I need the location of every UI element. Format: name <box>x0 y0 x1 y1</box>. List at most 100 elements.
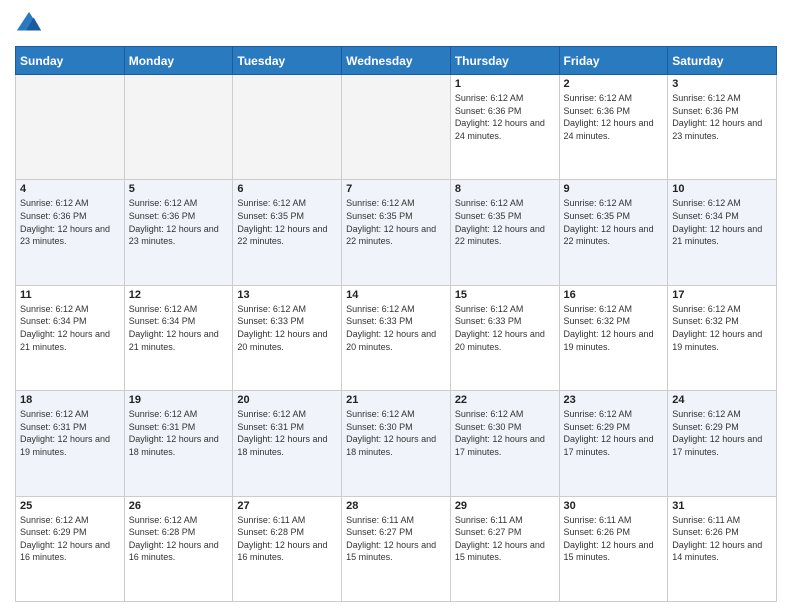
day-cell-27: 27Sunrise: 6:11 AMSunset: 6:28 PMDayligh… <box>233 496 342 601</box>
day-cell-29: 29Sunrise: 6:11 AMSunset: 6:27 PMDayligh… <box>450 496 559 601</box>
day-cell-24: 24 Sunrise: 6:12 AMSunset: 6:29 PMDayligh… <box>668 391 777 496</box>
day-info: Sunrise: 6:12 AMSunset: 6:32 PMDaylight:… <box>564 303 664 353</box>
day-info: Sunrise: 6:11 AMSunset: 6:27 PMDaylight:… <box>346 514 446 564</box>
day-cell-2: 2Sunrise: 6:12 AMSunset: 6:36 PMDaylight… <box>559 75 668 180</box>
day-number: 24 <box>672 394 772 406</box>
day-number: 4 <box>20 183 120 195</box>
day-cell-16: 16 Sunrise: 6:12 AMSunset: 6:32 PMDayligh… <box>559 285 668 390</box>
day-number: 10 <box>672 183 772 195</box>
day-info: Sunrise: 6:12 AMSunset: 6:34 PMDaylight:… <box>129 303 229 353</box>
day-cell-5: 5 Sunrise: 6:12 AMSunset: 6:36 PMDaylight… <box>124 180 233 285</box>
day-number: 14 <box>346 289 446 301</box>
day-info: Sunrise: 6:12 AMSunset: 6:36 PMDaylight:… <box>129 197 229 247</box>
logo <box>15 10 47 38</box>
weekday-header-tuesday: Tuesday <box>233 47 342 75</box>
empty-cell <box>233 75 342 180</box>
week-row-5: 25 Sunrise: 6:12 AMSunset: 6:29 PMDayligh… <box>16 496 777 601</box>
empty-cell <box>124 75 233 180</box>
day-number: 5 <box>129 183 229 195</box>
day-cell-4: 4 Sunrise: 6:12 AMSunset: 6:36 PMDaylight… <box>16 180 125 285</box>
day-cell-11: 11 Sunrise: 6:12 AMSunset: 6:34 PMDayligh… <box>16 285 125 390</box>
day-cell-13: 13 Sunrise: 6:12 AMSunset: 6:33 PMDayligh… <box>233 285 342 390</box>
day-number: 13 <box>237 289 337 301</box>
day-info: Sunrise: 6:12 AMSunset: 6:36 PMDaylight:… <box>20 197 120 247</box>
weekday-header-friday: Friday <box>559 47 668 75</box>
day-info: Sunrise: 6:12 AMSunset: 6:33 PMDaylight:… <box>346 303 446 353</box>
day-info: Sunrise: 6:12 AMSunset: 6:35 PMDaylight:… <box>346 197 446 247</box>
header <box>15 10 777 38</box>
weekday-header-wednesday: Wednesday <box>342 47 451 75</box>
day-info: Sunrise: 6:12 AMSunset: 6:35 PMDaylight:… <box>237 197 337 247</box>
day-number: 28 <box>346 500 446 512</box>
day-number: 19 <box>129 394 229 406</box>
day-info: Sunrise: 6:12 AMSunset: 6:34 PMDaylight:… <box>20 303 120 353</box>
logo-icon <box>15 10 43 38</box>
day-cell-3: 3Sunrise: 6:12 AMSunset: 6:36 PMDaylight… <box>668 75 777 180</box>
day-cell-25: 25 Sunrise: 6:12 AMSunset: 6:29 PMDayligh… <box>16 496 125 601</box>
day-info: Sunrise: 6:12 AMSunset: 6:36 PMDaylight:… <box>455 92 555 142</box>
day-cell-15: 15 Sunrise: 6:12 AMSunset: 6:33 PMDayligh… <box>450 285 559 390</box>
day-number: 11 <box>20 289 120 301</box>
day-number: 9 <box>564 183 664 195</box>
day-cell-6: 6 Sunrise: 6:12 AMSunset: 6:35 PMDaylight… <box>233 180 342 285</box>
day-cell-14: 14 Sunrise: 6:12 AMSunset: 6:33 PMDayligh… <box>342 285 451 390</box>
day-number: 7 <box>346 183 446 195</box>
day-cell-19: 19 Sunrise: 6:12 AMSunset: 6:31 PMDayligh… <box>124 391 233 496</box>
day-number: 6 <box>237 183 337 195</box>
day-number: 17 <box>672 289 772 301</box>
day-cell-18: 18 Sunrise: 6:12 AMSunset: 6:31 PMDayligh… <box>16 391 125 496</box>
day-number: 16 <box>564 289 664 301</box>
day-number: 31 <box>672 500 772 512</box>
page: SundayMondayTuesdayWednesdayThursdayFrid… <box>0 0 792 612</box>
empty-cell <box>342 75 451 180</box>
day-info: Sunrise: 6:12 AMSunset: 6:32 PMDaylight:… <box>672 303 772 353</box>
day-cell-23: 23Sunrise: 6:12 AMSunset: 6:29 PMDayligh… <box>559 391 668 496</box>
day-number: 15 <box>455 289 555 301</box>
day-number: 25 <box>20 500 120 512</box>
day-cell-21: 21Sunrise: 6:12 AMSunset: 6:30 PMDayligh… <box>342 391 451 496</box>
day-number: 27 <box>237 500 337 512</box>
day-info: Sunrise: 6:12 AMSunset: 6:30 PMDaylight:… <box>346 408 446 458</box>
week-row-1: 1 Sunrise: 6:12 AMSunset: 6:36 PMDaylight… <box>16 75 777 180</box>
day-info: Sunrise: 6:12 AMSunset: 6:35 PMDaylight:… <box>564 197 664 247</box>
day-number: 1 <box>455 78 555 90</box>
day-cell-7: 7 Sunrise: 6:12 AMSunset: 6:35 PMDaylight… <box>342 180 451 285</box>
day-number: 26 <box>129 500 229 512</box>
day-cell-8: 8Sunrise: 6:12 AMSunset: 6:35 PMDaylight… <box>450 180 559 285</box>
day-info: Sunrise: 6:12 AMSunset: 6:35 PMDaylight:… <box>455 197 555 247</box>
day-info: Sunrise: 6:12 AMSunset: 6:28 PMDaylight:… <box>129 514 229 564</box>
day-info: Sunrise: 6:12 AMSunset: 6:33 PMDaylight:… <box>455 303 555 353</box>
day-number: 12 <box>129 289 229 301</box>
day-number: 22 <box>455 394 555 406</box>
day-cell-31: 31 Sunrise: 6:11 AMSunset: 6:26 PMDayligh… <box>668 496 777 601</box>
day-info: Sunrise: 6:12 AMSunset: 6:36 PMDaylight:… <box>564 92 664 142</box>
day-info: Sunrise: 6:12 AMSunset: 6:31 PMDaylight:… <box>129 408 229 458</box>
day-info: Sunrise: 6:11 AMSunset: 6:26 PMDaylight:… <box>672 514 772 564</box>
day-info: Sunrise: 6:12 AMSunset: 6:29 PMDaylight:… <box>20 514 120 564</box>
weekday-header-row: SundayMondayTuesdayWednesdayThursdayFrid… <box>16 47 777 75</box>
weekday-header-thursday: Thursday <box>450 47 559 75</box>
day-cell-28: 28 Sunrise: 6:11 AMSunset: 6:27 PMDayligh… <box>342 496 451 601</box>
week-row-2: 4 Sunrise: 6:12 AMSunset: 6:36 PMDaylight… <box>16 180 777 285</box>
day-cell-26: 26 Sunrise: 6:12 AMSunset: 6:28 PMDayligh… <box>124 496 233 601</box>
empty-cell <box>16 75 125 180</box>
day-info: Sunrise: 6:12 AMSunset: 6:29 PMDaylight:… <box>564 408 664 458</box>
day-info: Sunrise: 6:12 AMSunset: 6:29 PMDaylight:… <box>672 408 772 458</box>
day-info: Sunrise: 6:12 AMSunset: 6:30 PMDaylight:… <box>455 408 555 458</box>
day-info: Sunrise: 6:12 AMSunset: 6:31 PMDaylight:… <box>20 408 120 458</box>
day-info: Sunrise: 6:12 AMSunset: 6:33 PMDaylight:… <box>237 303 337 353</box>
day-number: 18 <box>20 394 120 406</box>
day-number: 20 <box>237 394 337 406</box>
day-cell-12: 12 Sunrise: 6:12 AMSunset: 6:34 PMDayligh… <box>124 285 233 390</box>
day-cell-22: 22 Sunrise: 6:12 AMSunset: 6:30 PMDayligh… <box>450 391 559 496</box>
day-number: 3 <box>672 78 772 90</box>
week-row-3: 11 Sunrise: 6:12 AMSunset: 6:34 PMDayligh… <box>16 285 777 390</box>
day-cell-20: 20 Sunrise: 6:12 AMSunset: 6:31 PMDayligh… <box>233 391 342 496</box>
day-info: Sunrise: 6:12 AMSunset: 6:31 PMDaylight:… <box>237 408 337 458</box>
weekday-header-saturday: Saturday <box>668 47 777 75</box>
day-number: 30 <box>564 500 664 512</box>
calendar-table: SundayMondayTuesdayWednesdayThursdayFrid… <box>15 46 777 602</box>
weekday-header-sunday: Sunday <box>16 47 125 75</box>
day-number: 29 <box>455 500 555 512</box>
day-cell-30: 30Sunrise: 6:11 AMSunset: 6:26 PMDayligh… <box>559 496 668 601</box>
